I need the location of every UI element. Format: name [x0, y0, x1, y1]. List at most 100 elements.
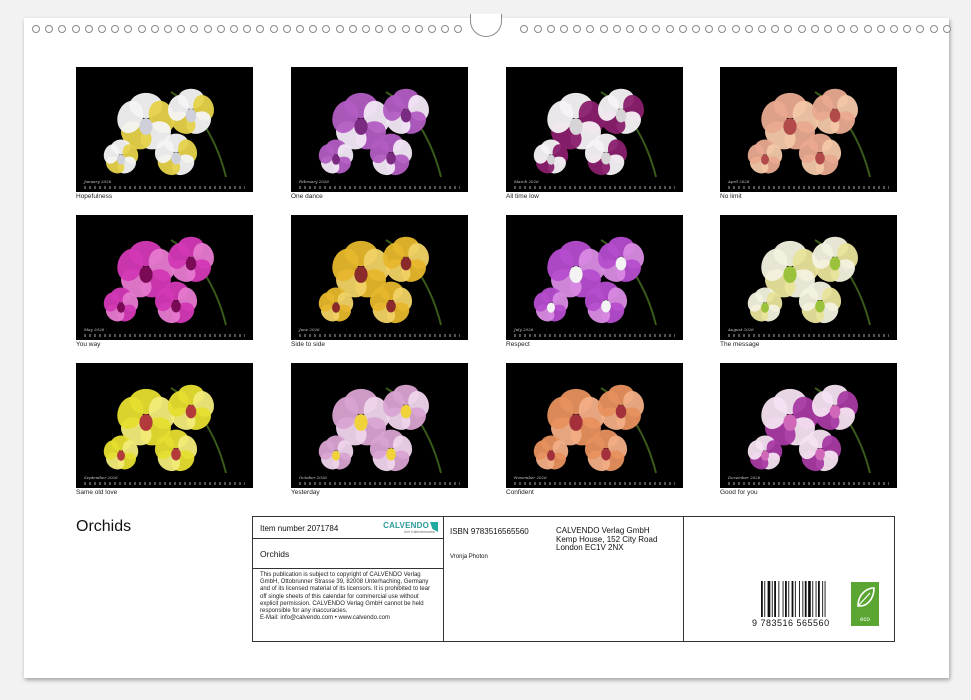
binding-ring	[626, 25, 634, 33]
orchid-illustration	[533, 88, 657, 178]
day-strip	[728, 334, 889, 337]
item-row: Item number 2071784 CALVENDO Ihre Kalend…	[253, 517, 443, 539]
orchid-illustration	[103, 384, 227, 474]
item-number: Item number 2071784	[260, 524, 339, 533]
day-strip	[514, 334, 675, 337]
month-caption: Yesterday	[291, 489, 320, 496]
contact-line: E-Mail: info@calvendo.com • www.calvendo…	[260, 615, 390, 621]
binding-ring	[256, 25, 265, 33]
binding-ring	[533, 25, 542, 33]
binding-ring	[876, 25, 885, 33]
binding-ring	[573, 25, 582, 33]
binding-ring	[718, 25, 727, 33]
binding-ring	[216, 25, 225, 33]
orchid-illustration	[103, 88, 227, 178]
info-column-middle: ISBN 9783516565560 CALVENDO Verlag GmbH …	[443, 517, 684, 641]
orchid-illustration	[533, 384, 657, 474]
binding-ring	[560, 25, 568, 33]
author-name: Vronja Photon	[450, 554, 488, 560]
month-photo: March 2026	[506, 67, 683, 192]
binding-ring	[322, 25, 331, 33]
publisher-line-3: London EC1V 2NX	[556, 543, 624, 552]
copyright-text: This publication is subject to copyright…	[260, 572, 431, 615]
calendar-title: Orchids	[76, 518, 132, 535]
binding-ring	[784, 25, 793, 33]
binding-ring	[124, 25, 133, 33]
binding-ring	[45, 25, 54, 33]
binding-ring	[296, 25, 304, 33]
month-caption: The message	[720, 341, 760, 348]
binding-ring	[639, 25, 648, 33]
binding-ring	[652, 25, 661, 33]
calvendo-logo: CALVENDO	[383, 521, 429, 530]
orchid-illustration	[747, 384, 871, 474]
month-photo: December 2026	[720, 363, 897, 488]
month-caption: Same old love	[76, 489, 118, 496]
binding-ring	[243, 25, 252, 33]
leaf-icon	[857, 587, 875, 607]
day-strip	[299, 334, 460, 337]
month-label: October 2026	[299, 475, 327, 480]
binding-ring	[665, 25, 674, 33]
month-label: April 2026	[728, 179, 750, 184]
day-strip	[84, 186, 245, 189]
publisher-address: CALVENDO Verlag GmbH Kemp House, 152 Cit…	[556, 526, 657, 553]
barcode-icon	[761, 581, 826, 617]
binding-ring	[309, 25, 318, 33]
binding-ring	[190, 25, 199, 33]
month-label: March 2026	[514, 179, 539, 184]
month-caption: Good for you	[720, 489, 758, 496]
binding-ring	[546, 25, 555, 33]
day-strip	[728, 186, 889, 189]
month-caption: Hopefulness	[76, 193, 113, 200]
binding-ring	[758, 25, 766, 33]
binding-ring	[269, 25, 278, 33]
orchid-illustration	[533, 236, 657, 326]
day-strip	[84, 482, 245, 485]
binding-ring	[797, 25, 806, 33]
binding-ring	[32, 25, 40, 33]
binding-ring	[164, 25, 172, 33]
binding-ring	[678, 25, 687, 33]
binding-ring	[586, 25, 595, 33]
binding-ring	[111, 25, 120, 33]
month-photo: July 2026	[506, 215, 683, 340]
month-caption: No limit	[720, 193, 742, 200]
month-label: June 2026	[299, 327, 320, 332]
binding-ring	[863, 25, 872, 33]
month-photo: October 2026	[291, 363, 468, 488]
binding-ring	[388, 25, 397, 33]
month-caption: Confident	[506, 489, 534, 496]
day-strip	[299, 482, 460, 485]
month-photo: November 2026	[506, 363, 683, 488]
month-label: November 2026	[514, 475, 547, 480]
month-photo: April 2026	[720, 67, 897, 192]
binding-ring	[942, 25, 951, 33]
month-caption: All time low	[506, 193, 539, 200]
day-strip	[514, 482, 675, 485]
month-photo: January 2026	[76, 67, 253, 192]
binding-ring	[71, 25, 80, 33]
binding-ring	[375, 25, 384, 33]
binding-ring	[520, 25, 529, 33]
month-label: September 2026	[84, 475, 118, 480]
eco-label: eco	[860, 617, 870, 623]
product-title: Orchids	[260, 549, 290, 559]
month-label: January 2026	[84, 179, 112, 184]
binding-ring	[335, 25, 344, 33]
binding-ring	[203, 25, 212, 33]
binding-ring	[150, 25, 159, 33]
binding-ring	[348, 25, 357, 33]
binding-ring	[612, 25, 621, 33]
barcode-number: 9 783516 565560	[752, 618, 830, 628]
month-label: February 2026	[299, 179, 329, 184]
month-label: August 2026	[728, 327, 754, 332]
binding-ring	[282, 25, 291, 33]
isbn: ISBN 9783516565560	[450, 527, 529, 536]
binding-ring	[599, 25, 608, 33]
info-column-left: Item number 2071784 CALVENDO Ihre Kalend…	[253, 517, 444, 641]
binding-ring	[98, 25, 106, 33]
month-photo: February 2026	[291, 67, 468, 192]
binding-ring	[401, 25, 410, 33]
binding-ring	[810, 25, 819, 33]
